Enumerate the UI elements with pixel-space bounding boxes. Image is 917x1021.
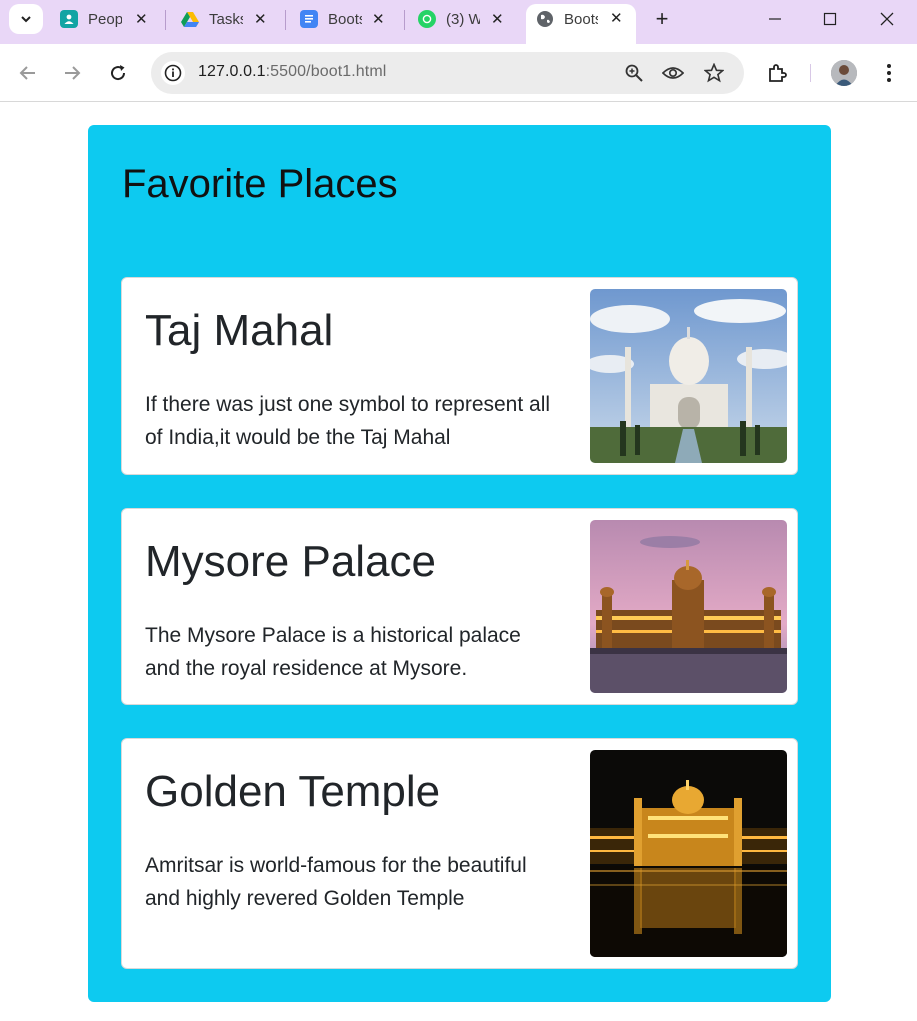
tab-divider (285, 10, 286, 30)
card-title: Taj Mahal (145, 306, 334, 355)
tab-tasks[interactable]: Tasks ✕ (181, 4, 281, 34)
tab-title: Bootstrap (564, 10, 598, 28)
close-icon[interactable]: ✕ (491, 10, 504, 28)
tab-strip: People ✕ Tasks ✕ Bootstrap ✕ (3) WhatsAp… (0, 0, 917, 44)
place-card-taj-mahal: Taj Mahal If there was just one symbol t… (121, 277, 798, 475)
close-icon[interactable]: ✕ (372, 10, 385, 28)
url-host: 127.0.0.1 (198, 63, 266, 80)
favorites-container: Favorite Places Taj Mahal If there was j… (88, 125, 831, 1002)
eye-icon (662, 67, 684, 79)
plus-icon: + (655, 6, 669, 31)
site-info-button[interactable] (161, 61, 185, 85)
card-text: If there was just one symbol to represen… (145, 393, 551, 449)
card-text: The Mysore Palace is a historical palace… (145, 624, 521, 680)
url-text[interactable]: 127.0.0.1:5500/boot1.html (198, 63, 386, 81)
url-path: :5500/boot1.html (265, 63, 387, 80)
drive-icon (181, 10, 199, 28)
page-title: Favorite Places (122, 162, 398, 206)
reading-mode-button[interactable] (662, 62, 684, 84)
star-icon (704, 63, 724, 83)
card-title: Golden Temple (145, 767, 441, 816)
taj-mahal-photo (590, 289, 787, 463)
tab-title: Bootstrap (328, 10, 362, 28)
globe-icon (536, 10, 554, 28)
close-icon[interactable]: ✕ (254, 10, 267, 28)
maximize-button[interactable] (807, 5, 853, 33)
close-icon[interactable]: ✕ (135, 10, 148, 28)
card-text: Amritsar is world-famous for the beautif… (145, 854, 527, 910)
zoom-icon (625, 64, 643, 82)
puzzle-icon (769, 64, 787, 82)
tab-divider (165, 10, 166, 30)
minimize-icon (769, 18, 781, 20)
info-icon (164, 64, 182, 82)
address-bar[interactable]: 127.0.0.1:5500/boot1.html (151, 52, 744, 94)
zoom-button[interactable] (623, 62, 645, 84)
close-icon[interactable]: ✕ (610, 9, 623, 27)
tab-search-button[interactable] (9, 4, 43, 34)
new-tab-button[interactable]: + (648, 5, 676, 33)
tab-title: (3) WhatsApp (446, 10, 480, 28)
tab-title: Tasks (209, 10, 243, 28)
back-button[interactable] (12, 57, 44, 89)
contacts-icon (60, 10, 78, 28)
tab-whatsapp[interactable]: (3) WhatsApp ✕ (418, 4, 518, 34)
extensions-button[interactable] (761, 57, 793, 89)
docs-icon (300, 10, 318, 28)
whatsapp-icon (418, 10, 436, 28)
reload-icon (111, 65, 126, 81)
close-icon (880, 12, 894, 26)
tab-bootstrap-docs[interactable]: Bootstrap ✕ (300, 4, 400, 34)
chevron-down-icon (21, 16, 31, 23)
browser-toolbar: 127.0.0.1:5500/boot1.html (0, 44, 917, 102)
card-title: Mysore Palace (145, 537, 437, 586)
menu-button[interactable] (873, 57, 905, 89)
back-arrow-icon (19, 66, 35, 80)
close-window-button[interactable] (864, 5, 910, 33)
place-card-golden-temple: Golden Temple Amritsar is world-famous f… (121, 738, 798, 969)
bookmark-button[interactable] (703, 62, 725, 84)
tab-title: People (88, 10, 122, 28)
forward-button[interactable] (56, 57, 88, 89)
place-card-mysore-palace: Mysore Palace The Mysore Palace is a his… (121, 508, 798, 705)
maximize-icon (823, 12, 837, 26)
golden-temple-photo (590, 750, 787, 957)
tab-divider (404, 10, 405, 30)
reload-button[interactable] (102, 57, 134, 89)
mysore-palace-photo (590, 520, 787, 693)
profile-avatar[interactable] (831, 60, 857, 86)
tab-people[interactable]: People ✕ (60, 4, 160, 34)
toolbar-divider (810, 64, 811, 82)
more-vertical-icon (887, 64, 891, 82)
minimize-button[interactable] (752, 5, 798, 33)
forward-arrow-icon (65, 66, 81, 80)
tab-bootstrap-active[interactable]: Bootstrap ✕ (526, 4, 636, 44)
